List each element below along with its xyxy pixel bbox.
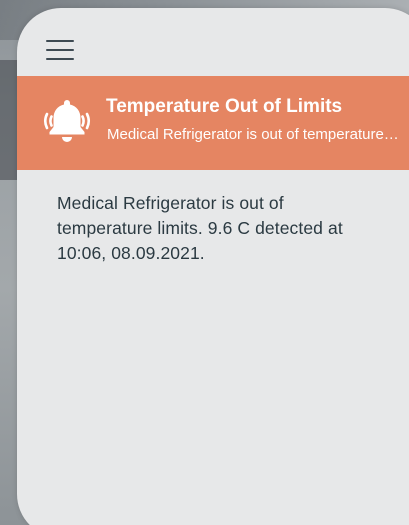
menu-line	[46, 40, 74, 42]
alert-message-body: Medical Refrigerator is out of temperatu…	[57, 193, 343, 263]
background-blur-left	[0, 60, 18, 180]
alert-subtitle: Medical Refrigerator is out of temperatu…	[107, 126, 399, 143]
notification-card: Temperature Out of Limits Medical Refrig…	[17, 8, 409, 525]
bell-ringing-icon	[43, 100, 91, 142]
alert-title: Temperature Out of Limits	[106, 96, 343, 117]
hamburger-menu-icon[interactable]	[44, 37, 76, 63]
menu-line	[46, 58, 74, 60]
alert-banner[interactable]: Temperature Out of Limits Medical Refrig…	[17, 76, 409, 170]
menu-line	[46, 49, 74, 51]
